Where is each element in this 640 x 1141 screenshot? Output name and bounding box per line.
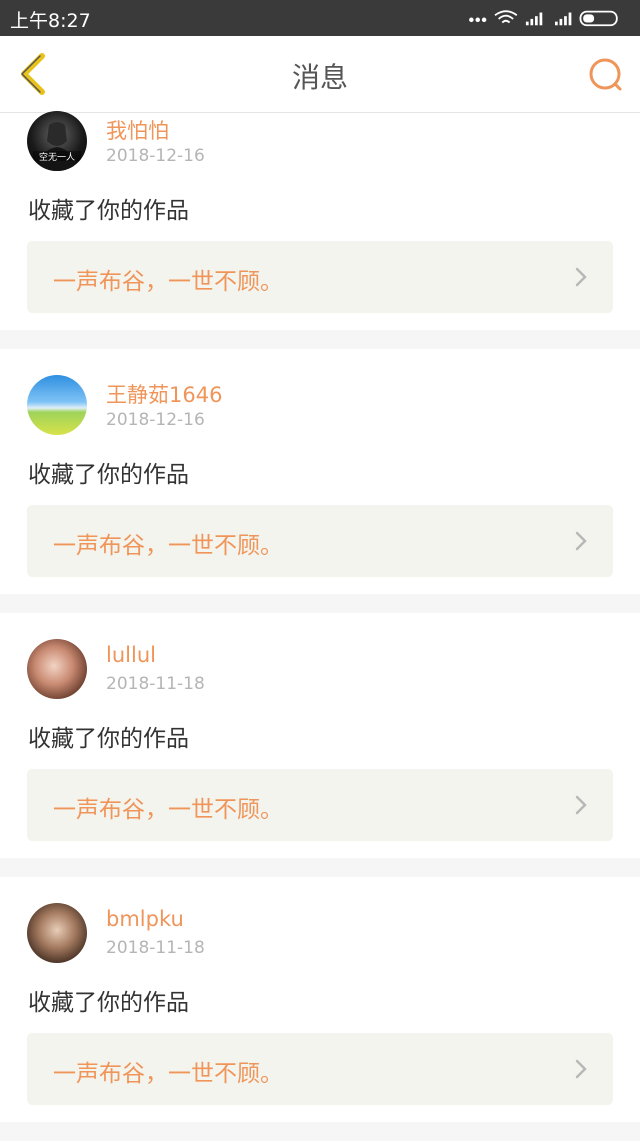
message-card: 空无一人 我怕怕 2018-12-16 收藏了你的作品 一声布谷，一世不顾。 bbox=[0, 111, 640, 330]
message-action: 收藏了你的作品 bbox=[28, 462, 189, 488]
page-title: 消息 bbox=[291, 61, 348, 94]
avatar[interactable] bbox=[27, 903, 87, 963]
status-bar: 上午8:27 bbox=[0, 0, 640, 36]
work-link[interactable]: 一声布谷，一世不顾。 bbox=[27, 1033, 613, 1105]
header-bar: 消息 bbox=[0, 36, 640, 113]
avatar[interactable] bbox=[27, 639, 87, 699]
chevron-right-icon bbox=[575, 531, 587, 551]
message-date: 2018-11-18 bbox=[106, 938, 205, 958]
work-link[interactable]: 一声布谷，一世不顾。 bbox=[27, 505, 613, 577]
work-link[interactable]: 一声布谷，一世不顾。 bbox=[27, 241, 613, 313]
message-card: bmlpku 2018-11-18 收藏了你的作品 一声布谷，一世不顾。 bbox=[0, 877, 640, 1122]
chevron-right-icon bbox=[575, 1059, 587, 1079]
chevron-right-icon bbox=[575, 795, 587, 815]
work-title: 一声布谷，一世不顾。 bbox=[53, 269, 283, 295]
more-dots-icon bbox=[469, 17, 487, 23]
search-button[interactable] bbox=[586, 56, 626, 96]
battery-icon bbox=[579, 10, 618, 27]
username[interactable]: lullul bbox=[106, 643, 156, 667]
username[interactable]: 我怕怕 bbox=[106, 115, 169, 145]
search-icon bbox=[589, 58, 622, 91]
work-link[interactable]: 一声布谷，一世不顾。 bbox=[27, 769, 613, 841]
work-title: 一声布谷，一世不顾。 bbox=[53, 1061, 283, 1087]
message-list: 空无一人 我怕怕 2018-12-16 收藏了你的作品 一声布谷，一世不顾。 王… bbox=[0, 111, 640, 1141]
work-title: 一声布谷，一世不顾。 bbox=[53, 797, 283, 823]
username[interactable]: bmlpku bbox=[106, 907, 184, 931]
message-date: 2018-11-18 bbox=[106, 674, 205, 694]
username[interactable]: 王静茹1646 bbox=[106, 379, 222, 409]
message-date: 2018-12-16 bbox=[106, 146, 205, 166]
signal-icon bbox=[525, 12, 543, 26]
message-action: 收藏了你的作品 bbox=[28, 198, 189, 224]
status-icons bbox=[469, 10, 618, 27]
message-action: 收藏了你的作品 bbox=[28, 726, 189, 752]
signal-icon bbox=[555, 12, 572, 26]
avatar[interactable] bbox=[27, 375, 87, 435]
message-card: lullul 2018-11-18 收藏了你的作品 一声布谷，一世不顾。 bbox=[0, 613, 640, 858]
status-time: 上午8:27 bbox=[10, 10, 91, 32]
wifi-icon bbox=[494, 10, 518, 24]
avatar[interactable]: 空无一人 bbox=[27, 111, 87, 171]
message-action: 收藏了你的作品 bbox=[28, 990, 189, 1016]
message-card: 王静茹1646 2018-12-16 收藏了你的作品 一声布谷，一世不顾。 bbox=[0, 349, 640, 594]
message-date: 2018-12-16 bbox=[106, 410, 205, 430]
avatar-caption: 空无一人 bbox=[39, 151, 75, 163]
chevron-right-icon bbox=[575, 267, 587, 287]
work-title: 一声布谷，一世不顾。 bbox=[53, 533, 283, 559]
